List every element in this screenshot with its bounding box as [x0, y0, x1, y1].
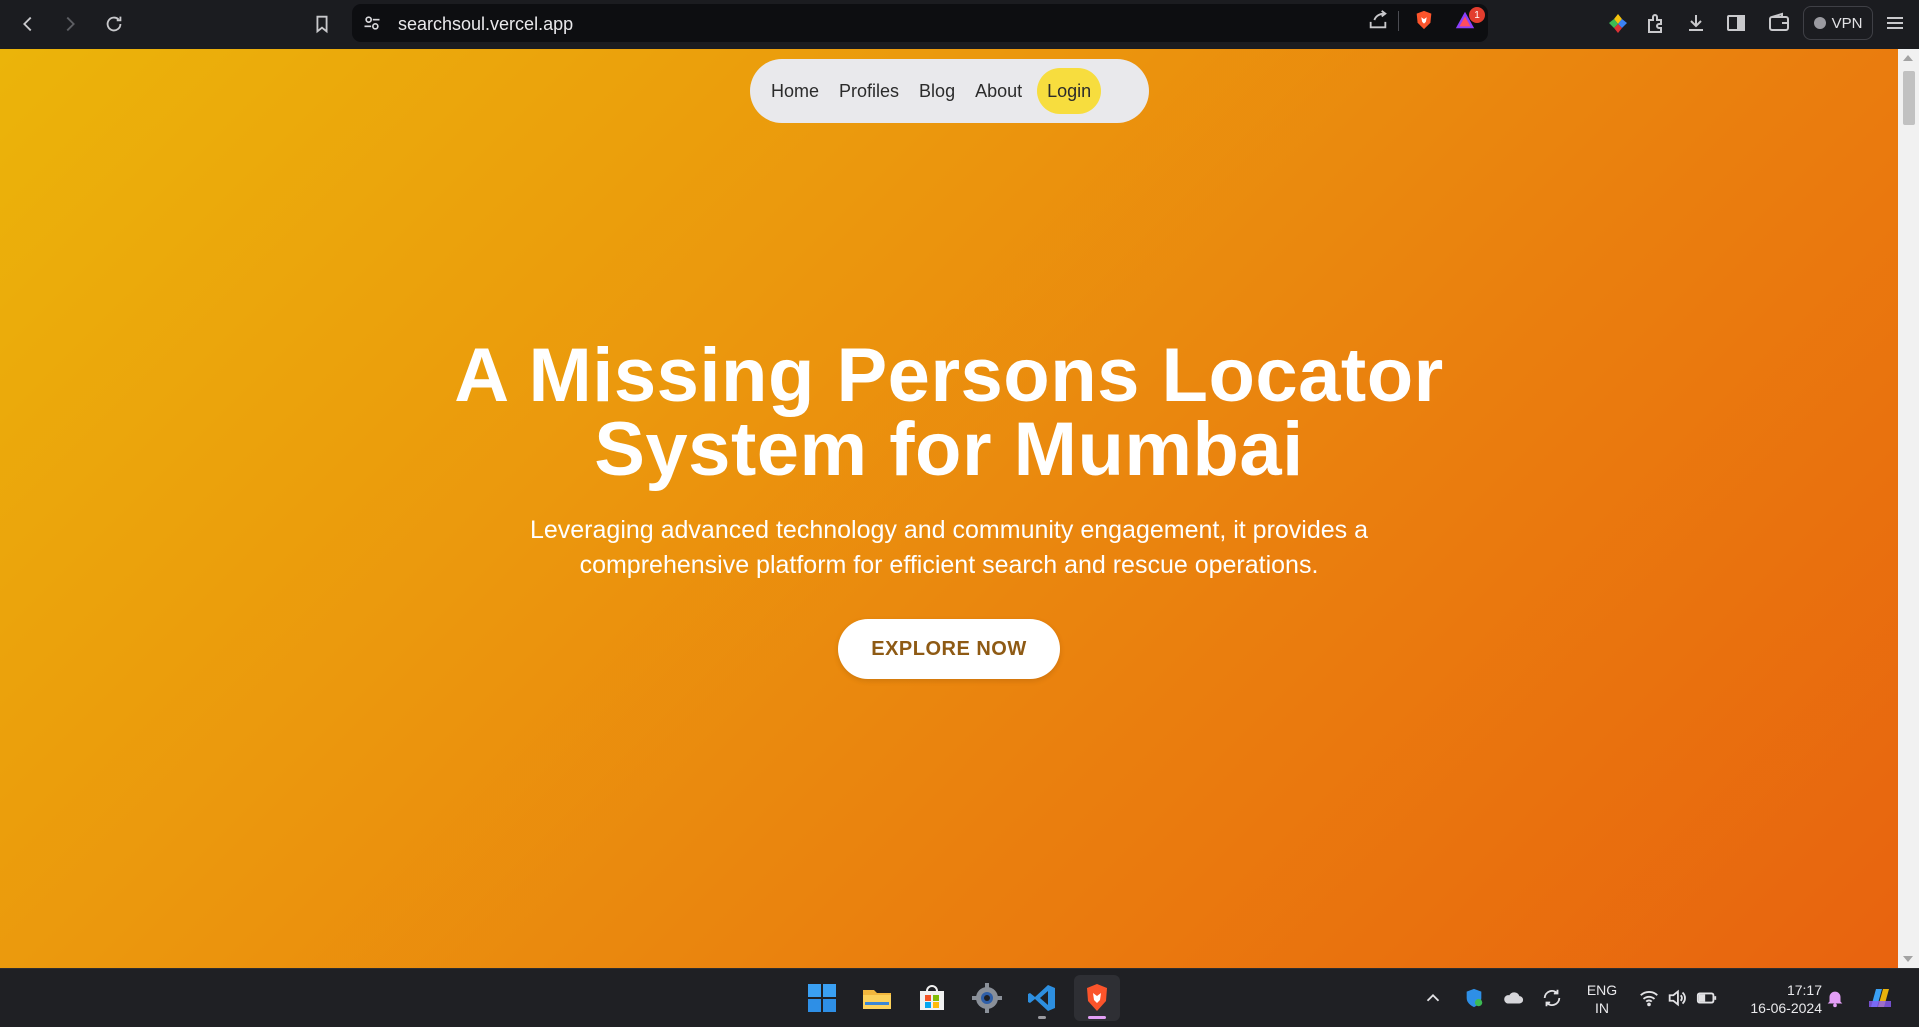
url-text[interactable]: searchsoul.vercel.app — [398, 14, 573, 35]
scroll-thumb[interactable] — [1903, 71, 1915, 125]
wifi-icon[interactable] — [1638, 987, 1660, 1009]
defender-icon[interactable] — [1463, 987, 1485, 1009]
hero-subtitle-line-1: Leveraging advanced technology and commu… — [529, 516, 1369, 544]
hero-title-line-1: A Missing Persons Locator — [454, 333, 1444, 418]
store-icon — [920, 985, 944, 1010]
brave-shields-icon[interactable] — [1413, 9, 1435, 31]
hero-title-line-2: System for Mumbai — [594, 407, 1304, 492]
file-explorer-button[interactable] — [854, 975, 900, 1021]
rewards-badge: 1 — [1469, 7, 1485, 23]
site-navigation: Home Profiles Blog About Login — [750, 59, 1149, 123]
nav-home-link[interactable]: Home — [761, 68, 829, 114]
vscode-button[interactable] — [1019, 975, 1065, 1021]
hero-title: A Missing Persons Locator System for Mum… — [0, 333, 1898, 492]
language-code: ENG — [1586, 982, 1618, 998]
brave-icon — [1087, 984, 1107, 1011]
folder-icon — [863, 990, 891, 1009]
region-code: IN — [1595, 1000, 1609, 1016]
nav-login-button[interactable]: Login — [1037, 68, 1102, 114]
color-extension-icon[interactable] — [1606, 11, 1630, 35]
copilot-icon[interactable] — [1865, 983, 1895, 1013]
share-icon[interactable] — [1367, 9, 1389, 31]
vscode-running-indicator — [1038, 1016, 1046, 1019]
clock-time: 17:17 — [1786, 982, 1822, 998]
wallet-icon[interactable] — [1767, 11, 1791, 35]
volume-icon[interactable] — [1666, 987, 1688, 1009]
address-divider — [1398, 11, 1399, 31]
language-indicator[interactable]: ENG IN — [1580, 981, 1624, 1017]
brave-browser-button[interactable] — [1074, 975, 1120, 1021]
explore-now-button[interactable]: EXPLORE NOW — [838, 619, 1060, 679]
gear-icon — [972, 983, 1002, 1013]
bookmark-icon[interactable] — [308, 10, 336, 38]
menu-icon[interactable] — [1883, 11, 1907, 35]
vpn-label: VPN — [1831, 14, 1863, 32]
extensions-icon[interactable] — [1644, 11, 1668, 35]
nav-about-link[interactable]: About — [965, 68, 1032, 114]
page-scrollbar[interactable] — [1898, 49, 1919, 968]
brave-active-indicator — [1088, 1016, 1106, 1019]
onedrive-icon[interactable] — [1502, 987, 1524, 1009]
reload-icon[interactable] — [100, 10, 128, 38]
vscode-icon — [1028, 985, 1055, 1011]
scroll-up-icon[interactable] — [1903, 55, 1913, 61]
nav-blog-link[interactable]: Blog — [909, 68, 965, 114]
address-bar[interactable]: searchsoul.vercel.app — [352, 4, 1488, 42]
clock-date: 16-06-2024 — [1750, 1000, 1822, 1016]
page-viewport: Home Profiles Blog About Login A Missing… — [0, 49, 1898, 968]
forward-icon[interactable] — [56, 10, 84, 38]
windows-logo-icon — [808, 984, 836, 1012]
clock[interactable]: 17:17 16-06-2024 — [1732, 981, 1822, 1017]
scroll-down-icon[interactable] — [1903, 956, 1913, 962]
chevron-up-icon[interactable] — [1422, 987, 1444, 1009]
hero-subtitle: Leveraging advanced technology and commu… — [0, 513, 1898, 583]
sidebar-icon[interactable] — [1724, 11, 1748, 35]
browser-toolbar: searchsoul.vercel.app 1 VPN — [0, 0, 1919, 49]
start-button[interactable] — [799, 975, 845, 1021]
site-settings-icon[interactable] — [362, 13, 382, 33]
sync-icon[interactable] — [1541, 987, 1563, 1009]
battery-icon[interactable] — [1696, 987, 1718, 1009]
settings-button[interactable] — [964, 975, 1010, 1021]
notification-bell-icon[interactable] — [1824, 987, 1846, 1009]
vpn-status-icon — [1813, 17, 1826, 29]
downloads-icon[interactable] — [1684, 11, 1708, 35]
hero-subtitle-line-2: comprehensive platform for efficient sea… — [579, 551, 1319, 579]
back-icon[interactable] — [14, 10, 42, 38]
nav-profiles-link[interactable]: Profiles — [829, 68, 909, 114]
vpn-button[interactable]: VPN — [1803, 6, 1873, 40]
store-button[interactable] — [909, 975, 955, 1021]
hero-section: A Missing Persons Locator System for Mum… — [0, 333, 1898, 583]
windows-taskbar: ENG IN 17:17 16-06-2024 — [0, 968, 1919, 1027]
